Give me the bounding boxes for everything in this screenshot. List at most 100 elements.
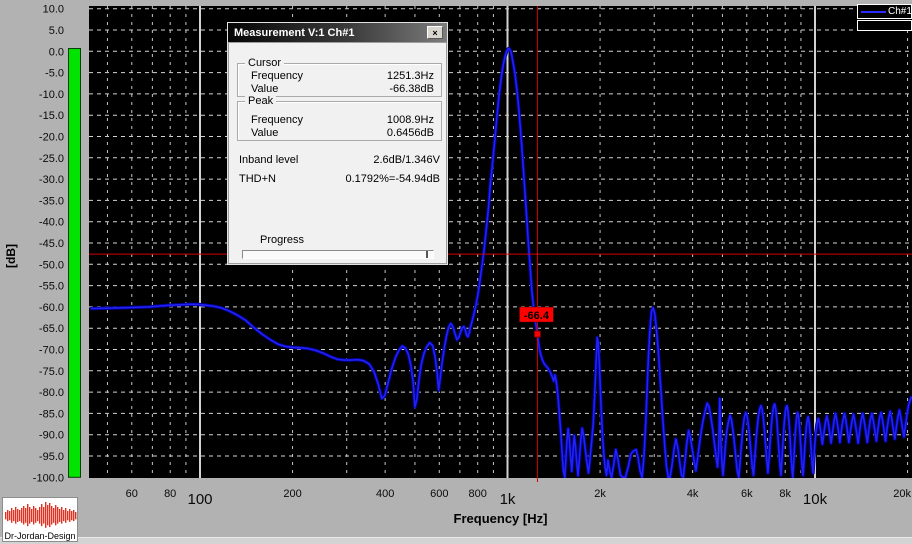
waveform-bar	[23, 506, 24, 525]
peak-value-value: 0.6456dB	[387, 127, 434, 139]
waveform-bar	[65, 508, 66, 523]
peak-value-label: Value	[251, 127, 278, 139]
vendor-logo: Dr-Jordan-Design	[2, 497, 78, 542]
waveform-bar	[75, 512, 76, 519]
waveform-bar	[63, 510, 64, 521]
waveform-icon	[3, 500, 77, 532]
peak-frequency-value: 1008.9Hz	[387, 114, 434, 126]
y-axis-title: [dB]	[4, 236, 18, 276]
cursor-value-row: Value -66.38dB	[251, 83, 434, 96]
waveform-bar	[55, 505, 56, 525]
measurement-dialog: Measurement V:1 Ch#1 × Cursor Frequency …	[227, 22, 448, 265]
peak-frequency-label: Frequency	[251, 114, 303, 126]
waveform-bar	[37, 510, 38, 521]
waveform-bar	[15, 507, 16, 524]
x-tick-label: 4k	[687, 488, 699, 500]
y-tick-label: -60.0	[39, 302, 64, 314]
waveform-bar	[41, 504, 42, 526]
peak-value-row: Value 0.6456dB	[251, 127, 434, 140]
inband-level-label: Inband level	[239, 154, 298, 166]
x-tick-label: 1k	[500, 491, 516, 508]
peak-group: Peak Frequency 1008.9Hz Value 0.6456dB	[237, 101, 442, 141]
thdn-row: THD+N 0.1792%=-54.94dB	[239, 173, 440, 186]
cursor-frequency-value: 1251.3Hz	[387, 70, 434, 82]
x-axis-title: Frequency [Hz]	[89, 511, 912, 526]
waveform-bar	[51, 506, 52, 525]
x-tick-label: 400	[376, 488, 394, 500]
x-tick-label: 10k	[803, 491, 828, 508]
y-tick-label: -10.0	[39, 89, 64, 101]
waveform-bar	[39, 507, 40, 524]
x-tick-label: 8k	[779, 488, 791, 500]
y-tick-label: -50.0	[39, 259, 64, 271]
inband-level-row: Inband level 2.6dB/1.346V	[239, 154, 440, 167]
y-tick-label: -95.0	[39, 451, 64, 463]
y-tick-label: -45.0	[39, 238, 64, 250]
dialog-title: Measurement V:1 Ch#1	[234, 27, 354, 39]
x-tick-label: 800	[469, 488, 487, 500]
thdn-value: 0.1792%=-54.94dB	[346, 173, 441, 185]
cursor-value-flag-text: -66.4	[524, 310, 550, 322]
inband-level-value: 2.6dB/1.346V	[373, 154, 440, 166]
waveform-bar	[43, 507, 44, 524]
dialog-titlebar[interactable]: Measurement V:1 Ch#1	[228, 23, 447, 42]
waveform-bar	[49, 503, 50, 527]
x-tick-label: 6k	[741, 488, 753, 500]
waveform-bar	[61, 507, 62, 524]
waveform-bar	[59, 509, 60, 522]
waveform-bar	[11, 508, 12, 523]
waveform-bar	[17, 509, 18, 522]
waveform-bar	[21, 508, 22, 523]
waveform-bar	[67, 511, 68, 520]
y-tick-label: -80.0	[39, 387, 64, 399]
y-tick-label: -70.0	[39, 345, 64, 357]
x-tick-label: 2k	[594, 488, 606, 500]
waveform-bar	[53, 508, 54, 523]
waveform-bar	[57, 507, 58, 524]
vendor-logo-text: Dr-Jordan-Design	[3, 531, 77, 541]
progress-label: Progress	[260, 234, 304, 246]
waveform-bar	[27, 504, 28, 526]
peak-frequency-row: Frequency 1008.9Hz	[251, 114, 434, 127]
cursor-marker[interactable]	[534, 331, 540, 337]
window-bottom-edge	[0, 537, 912, 544]
waveform-bar	[69, 509, 70, 522]
y-tick-label: -25.0	[39, 153, 64, 165]
waveform-bar	[5, 512, 6, 519]
waveform-bar	[29, 507, 30, 524]
waveform-bar	[47, 505, 48, 525]
legend-label: Ch#1	[888, 6, 912, 17]
cursor-value-value: -66.38dB	[389, 83, 434, 95]
y-tick-label: 5.0	[49, 25, 64, 37]
dialog-body: Cursor Frequency 1251.3Hz Value -66.38dB…	[228, 42, 447, 264]
waveform-bar	[9, 511, 10, 520]
y-tick-label: -30.0	[39, 174, 64, 186]
progress-mark	[426, 251, 428, 258]
legend-entry-empty[interactable]	[857, 20, 912, 31]
y-tick-label: -85.0	[39, 408, 64, 420]
cursor-value-label: Value	[251, 83, 278, 95]
progress-bar	[242, 250, 434, 259]
x-tick-label: 200	[283, 488, 301, 500]
x-tick-label: 600	[430, 488, 448, 500]
app-window: { "accent_colors":{"trace_blue":"#2222f2…	[0, 0, 912, 544]
x-tick-label: 60	[126, 488, 138, 500]
waveform-bar	[71, 511, 72, 520]
x-tick-label: 80	[164, 488, 176, 500]
y-tick-label: -100.0	[33, 472, 64, 484]
cursor-group: Cursor Frequency 1251.3Hz Value -66.38dB	[237, 63, 442, 97]
cursor-frequency-row: Frequency 1251.3Hz	[251, 70, 434, 83]
waveform-bar	[35, 508, 36, 523]
y-tick-label: -20.0	[39, 132, 64, 144]
spectrum-chart[interactable]: -66.410.05.00.0-5.0-10.0-15.0-20.0-25.0-…	[0, 0, 912, 544]
legend-line-swatch	[861, 11, 886, 13]
y-tick-label: -65.0	[39, 323, 64, 335]
legend-entry-ch1[interactable]: Ch#1	[857, 4, 912, 19]
waveform-bar	[33, 506, 34, 525]
thdn-label: THD+N	[239, 173, 276, 185]
waveform-bar	[31, 509, 32, 522]
y-tick-label: 10.0	[43, 4, 64, 16]
y-tick-label: -75.0	[39, 366, 64, 378]
close-icon[interactable]: ×	[427, 26, 443, 39]
y-tick-label: -40.0	[39, 217, 64, 229]
